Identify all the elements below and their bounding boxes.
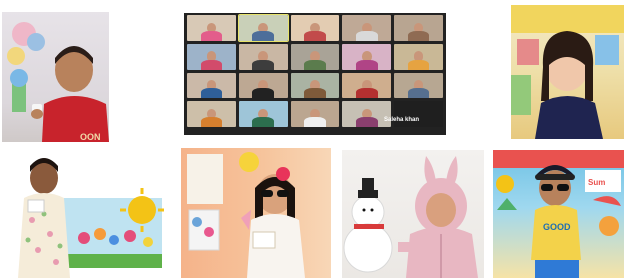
participant-tile [187,43,236,70]
participant-tile [237,14,289,42]
photo-child-pink-hoodie [342,150,484,278]
participant-grid [187,14,443,127]
photo-boy-summer: Sum GOOD [493,150,624,278]
participant-tile [187,72,236,99]
participant-tile [187,15,236,41]
photo-girl-floral-dress [2,150,166,278]
participant-tile [238,101,288,127]
participant-tile [342,43,392,70]
photo-illustration [343,156,478,278]
participant-tile [342,101,392,127]
svg-text:OON: OON [80,132,101,142]
photo-illustration [511,5,624,139]
participant-tile [238,72,288,99]
photo-illustration: OON [7,22,109,142]
participant-name-label: Saleha khan [384,117,420,123]
video-call-grid: Saleha khan [184,13,446,135]
photo-illustration [18,158,164,278]
participant-tile [290,43,340,70]
participant-tile [187,101,236,127]
participant-tile [290,15,340,41]
participant-tile [290,72,340,99]
participant-tile [290,101,340,127]
participant-tile [342,15,392,41]
participant-tile [238,43,288,70]
participant-tile [394,72,443,99]
photo-boy-red-shirt: OON [2,12,109,142]
participant-tile [394,43,443,70]
svg-text:Sum: Sum [588,178,605,187]
svg-text:GOOD: GOOD [543,222,571,232]
participant-tile [394,15,443,41]
participant-tile [342,72,392,99]
photo-girl-sunglasses [181,148,331,278]
photo-illustration [187,152,305,278]
photo-girl-navy-dress [511,5,624,139]
participant-tile-no-video [394,101,443,127]
photo-illustration: Sum GOOD [493,150,624,278]
